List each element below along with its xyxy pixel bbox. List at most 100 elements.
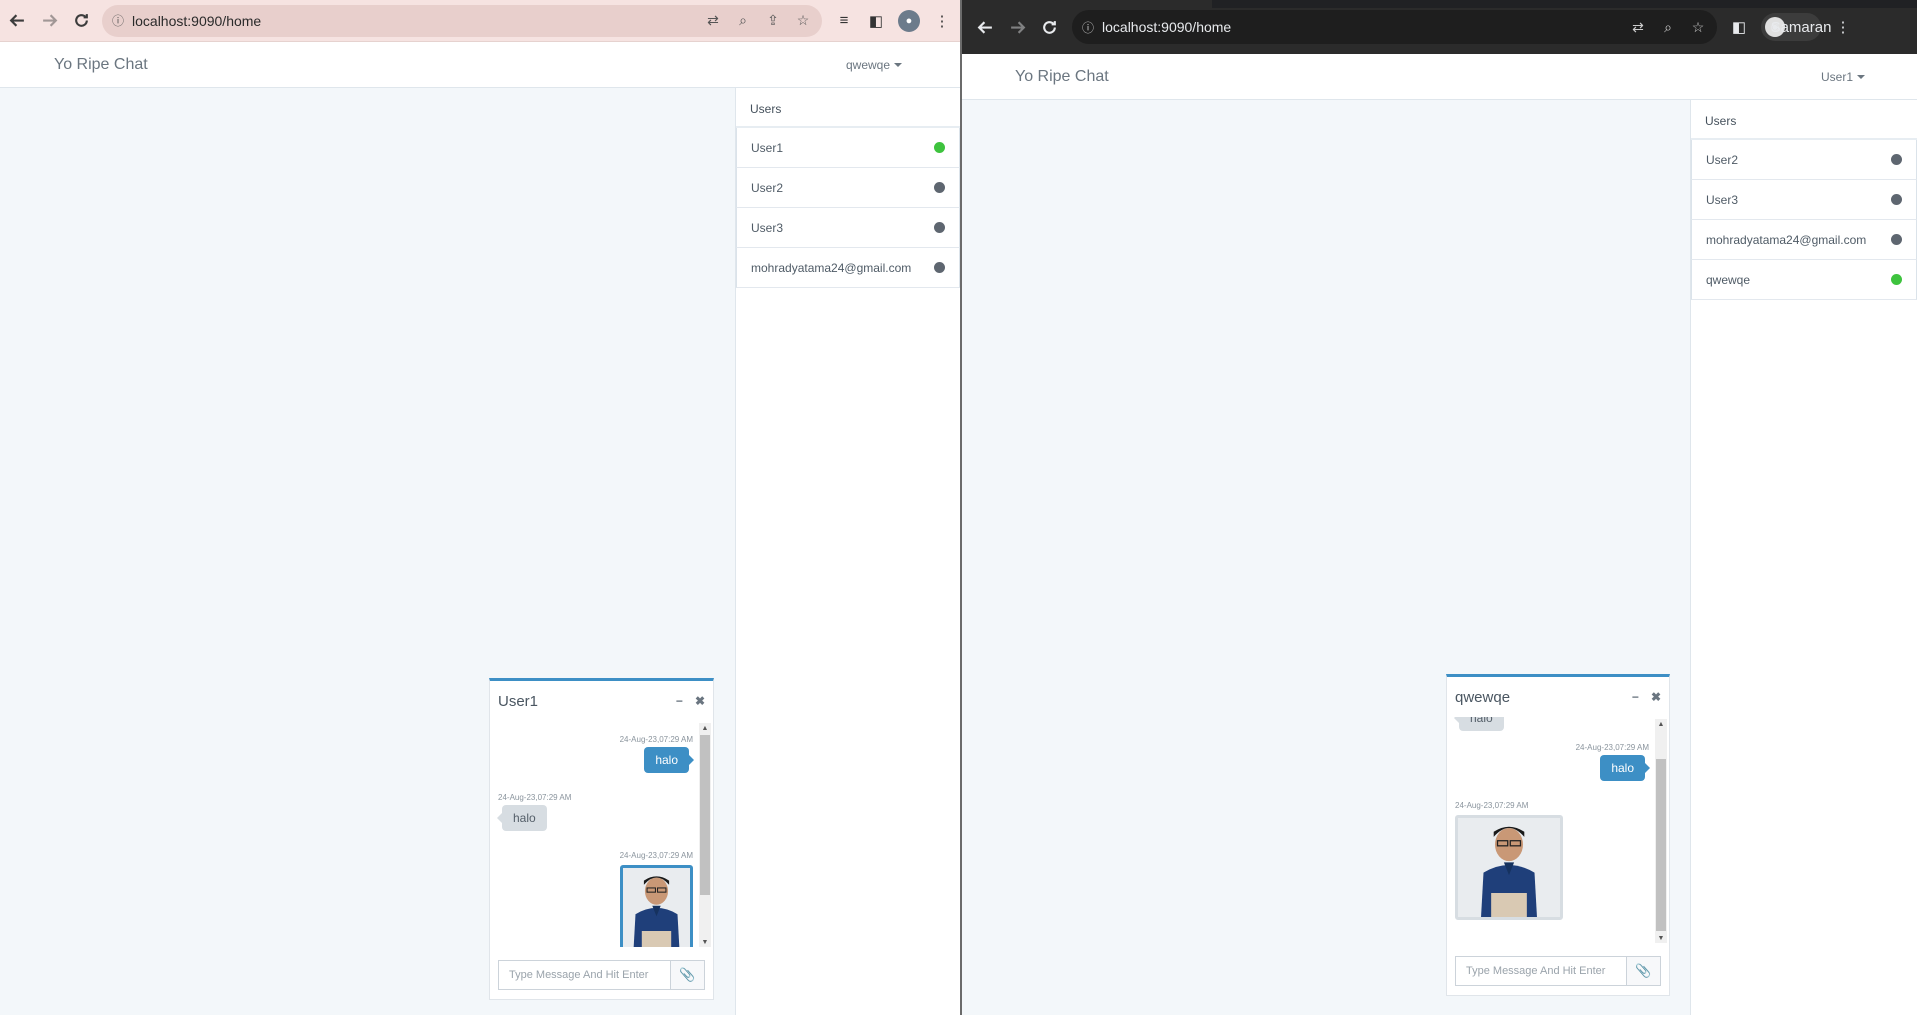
- chat-scrollbar[interactable]: ▲ ▼: [1655, 719, 1667, 943]
- attach-button[interactable]: 📎: [671, 960, 705, 990]
- zoom-icon[interactable]: ⌕: [1659, 18, 1677, 36]
- chat-scrollbar[interactable]: ▲ ▼: [699, 723, 711, 947]
- app-brand[interactable]: Yo Ripe Chat: [1015, 68, 1109, 86]
- user-name: mohradyatama24@gmail.com: [1706, 232, 1867, 247]
- media-controls-icon[interactable]: ≡: [834, 11, 854, 31]
- caret-down-icon: [894, 63, 903, 67]
- online-status-dot: [934, 142, 945, 153]
- zoom-icon[interactable]: ⌕: [734, 12, 752, 30]
- message-incoming: halo: [497, 805, 547, 831]
- chat-compose: 📎: [1455, 956, 1661, 986]
- bookmark-star-icon[interactable]: ☆: [1689, 18, 1707, 36]
- forward-arrow-icon[interactable]: [1002, 12, 1032, 42]
- chat-title: qwewqe: [1455, 688, 1511, 706]
- site-info-icon[interactable]: ⓘ: [112, 12, 124, 29]
- share-icon[interactable]: ⇪: [764, 12, 782, 30]
- message-text: halo: [1454, 717, 1504, 731]
- back-arrow-icon[interactable]: [2, 6, 32, 36]
- minimize-icon[interactable]: −: [1632, 690, 1639, 704]
- current-user-name: qwewqe: [846, 58, 891, 72]
- app-navbar: Yo Ripe Chat qwewqe: [0, 42, 960, 88]
- side-panel-icon[interactable]: ◧: [1729, 17, 1749, 37]
- user-name: User1: [751, 140, 784, 155]
- user-menu-dropdown[interactable]: qwewqe: [846, 58, 903, 72]
- offline-status-dot: [934, 222, 945, 233]
- message-incoming: halo: [1454, 717, 1504, 731]
- address-bar[interactable]: ⓘ localhost:9090/home ⇄ ⌕ ☆: [1072, 10, 1717, 44]
- browser-menu-icon[interactable]: ⋮: [932, 11, 952, 31]
- browser-window-left: ⓘ localhost:9090/home ⇄ ⌕ ⇪ ☆ ≡ ◧ ● ⋮ Yo…: [0, 0, 960, 1015]
- browser-toolbar: ⓘ localhost:9090/home ⇄ ⌕ ⇪ ☆ ≡ ◧ ● ⋮: [0, 0, 960, 42]
- user-name: User2: [751, 180, 784, 195]
- message-timestamp: 24-Aug-23,07:29 AM: [619, 735, 693, 744]
- chat-window: qwewqe − ✖ halo 24-Aug-23,07:29 AM halo …: [1446, 674, 1670, 996]
- url-text[interactable]: localhost:9090/home: [1102, 19, 1629, 35]
- chat-messages[interactable]: 24-Aug-23,07:29 AM halo 24-Aug-23,07:29 …: [490, 721, 697, 947]
- scroll-down-icon[interactable]: ▼: [699, 937, 711, 947]
- users-sidebar: Users User2 User3 mohradyatama24@gmail.c…: [1690, 100, 1917, 1015]
- message-input[interactable]: [498, 960, 671, 990]
- browser-menu-icon[interactable]: ⋮: [1833, 17, 1853, 37]
- profile-chip[interactable]: ◉ Samaran: [1761, 13, 1832, 41]
- users-heading: Users: [1691, 100, 1917, 140]
- paperclip-icon: 📎: [679, 967, 696, 982]
- profile-avatar-icon[interactable]: ●: [898, 9, 920, 32]
- online-status-dot: [1891, 274, 1902, 285]
- message-timestamp: 24-Aug-23,07:29 AM: [498, 793, 572, 802]
- side-panel-icon[interactable]: ◧: [866, 11, 886, 31]
- paperclip-icon: 📎: [1635, 963, 1652, 978]
- close-icon[interactable]: ✖: [1651, 690, 1661, 704]
- message-timestamp: 24-Aug-23,07:29 AM: [619, 851, 693, 860]
- user-list-item[interactable]: mohradyatama24@gmail.com: [1691, 220, 1917, 260]
- user-name: User3: [751, 220, 784, 235]
- current-user-name: User1: [1821, 70, 1854, 84]
- minimize-icon[interactable]: −: [676, 694, 683, 708]
- translate-icon[interactable]: ⇄: [704, 12, 722, 30]
- chat-compose: 📎: [498, 960, 705, 990]
- profile-name: Samaran: [1770, 18, 1832, 36]
- tab-strip: [1212, 0, 1917, 8]
- user-list-item[interactable]: User1: [736, 128, 960, 168]
- forward-arrow-icon[interactable]: [34, 6, 64, 36]
- browser-window-right: ⓘ localhost:9090/home ⇄ ⌕ ☆ ◧ ◉ Samaran …: [962, 0, 1917, 1015]
- offline-status-dot: [1891, 234, 1902, 245]
- user-list-item[interactable]: User3: [736, 208, 960, 248]
- app-brand[interactable]: Yo Ripe Chat: [54, 56, 148, 74]
- user-list-item[interactable]: User2: [736, 168, 960, 208]
- user-list-item[interactable]: User3: [1691, 180, 1917, 220]
- user-name: User3: [1706, 192, 1739, 207]
- app-navbar: Yo Ripe Chat User1: [962, 54, 1917, 100]
- users-sidebar: Users User1 User2 User3 mohradyatama24@g…: [735, 88, 960, 1015]
- scroll-up-icon[interactable]: ▲: [699, 723, 711, 733]
- chat-messages[interactable]: halo 24-Aug-23,07:29 AM halo 24-Aug-23,0…: [1447, 717, 1653, 943]
- reload-icon[interactable]: [66, 6, 96, 36]
- bookmark-star-icon[interactable]: ☆: [794, 12, 812, 30]
- message-image[interactable]: [620, 865, 693, 947]
- user-list-item[interactable]: qwewqe: [1691, 260, 1917, 300]
- scroll-thumb[interactable]: [1656, 759, 1666, 931]
- translate-icon[interactable]: ⇄: [1629, 18, 1647, 36]
- message-timestamp: 24-Aug-23,07:29 AM: [1455, 801, 1529, 810]
- user-list-item[interactable]: User2: [1691, 140, 1917, 180]
- message-outgoing: halo: [644, 747, 694, 773]
- back-arrow-icon[interactable]: [970, 12, 1000, 42]
- url-text[interactable]: localhost:9090/home: [132, 13, 704, 29]
- message-text: halo: [1600, 755, 1650, 781]
- reload-icon[interactable]: [1034, 12, 1064, 42]
- message-input[interactable]: [1455, 956, 1627, 986]
- chat-header: User1 − ✖: [490, 681, 713, 721]
- scroll-up-icon[interactable]: ▲: [1655, 719, 1667, 729]
- user-name: User2: [1706, 152, 1739, 167]
- close-icon[interactable]: ✖: [695, 694, 705, 708]
- user-menu-dropdown[interactable]: User1: [1821, 70, 1866, 84]
- users-heading: Users: [736, 88, 960, 128]
- site-info-icon[interactable]: ⓘ: [1082, 19, 1094, 36]
- address-bar[interactable]: ⓘ localhost:9090/home ⇄ ⌕ ⇪ ☆: [102, 4, 822, 37]
- scroll-down-icon[interactable]: ▼: [1655, 933, 1667, 943]
- scroll-thumb[interactable]: [700, 735, 710, 895]
- attach-button[interactable]: 📎: [1627, 956, 1661, 986]
- chat-header: qwewqe − ✖: [1447, 677, 1669, 717]
- user-name: mohradyatama24@gmail.com: [751, 260, 912, 275]
- user-list-item[interactable]: mohradyatama24@gmail.com: [736, 248, 960, 288]
- message-image[interactable]: [1455, 815, 1563, 920]
